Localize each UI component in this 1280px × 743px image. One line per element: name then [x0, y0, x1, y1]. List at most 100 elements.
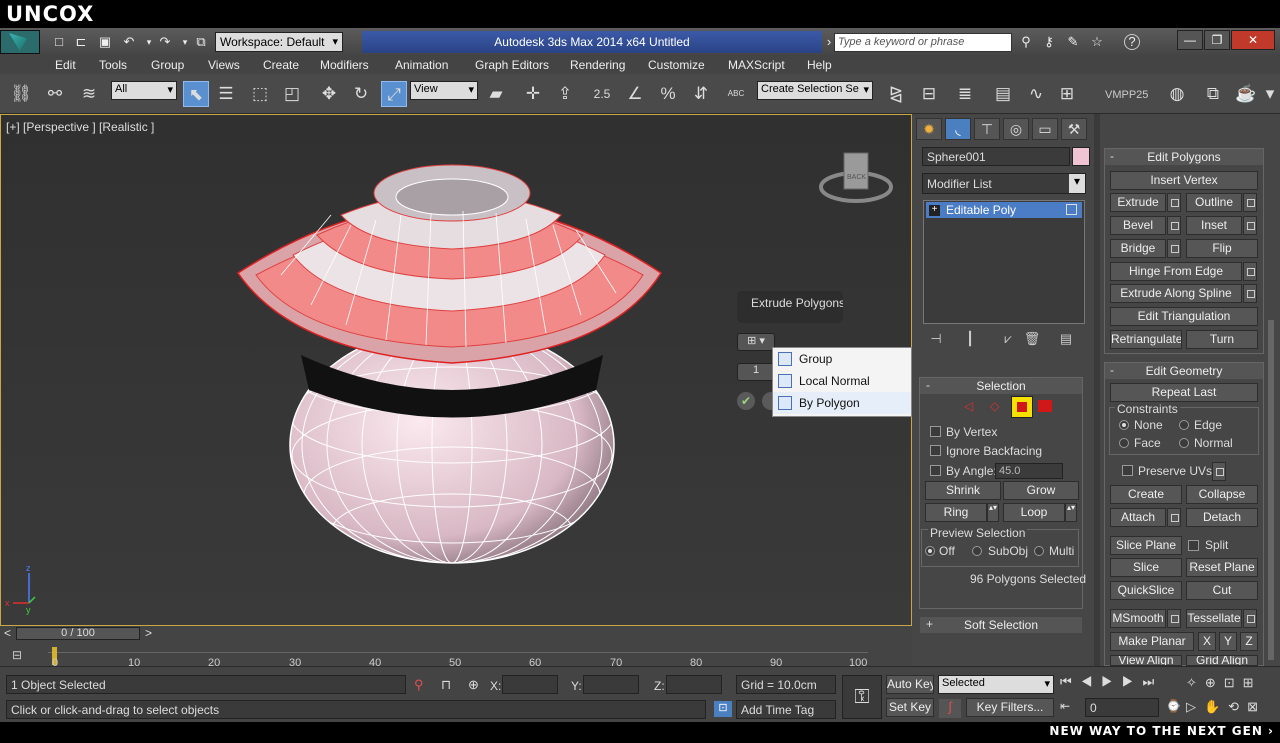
menu-item-by-polygon[interactable]: By Polygon	[773, 392, 911, 414]
panel-scrollbar[interactable]	[1268, 320, 1274, 660]
keyboard-shortcut-icon[interactable]: ⇪	[552, 81, 578, 107]
constraint-none-radio[interactable]	[1119, 420, 1129, 430]
spinner-snap-icon[interactable]: ⇵	[688, 81, 714, 107]
render-frame-icon[interactable]: ☕	[1233, 81, 1259, 107]
help-button[interactable]: ?	[1124, 34, 1140, 50]
align-icon[interactable]: ⊟	[916, 81, 942, 107]
mirror-icon[interactable]: ⧎	[883, 81, 909, 107]
repeat-last-button[interactable]: Repeat Last	[1110, 383, 1258, 402]
menu-maxscript[interactable]: MAXScript	[728, 56, 785, 74]
planar-x-button[interactable]: X	[1198, 632, 1216, 651]
search-input[interactable]: Type a keyword or phrase	[834, 33, 1012, 52]
tessellate-button[interactable]: Tessellate	[1186, 609, 1242, 628]
menu-customize[interactable]: Customize	[648, 56, 705, 74]
cut-button[interactable]: Cut	[1186, 581, 1258, 600]
msmooth-settings-icon[interactable]	[1167, 609, 1181, 628]
mini-curve-editor-icon[interactable]: ⊟	[12, 648, 30, 664]
minimize-button[interactable]: —	[1177, 30, 1203, 50]
unlink-icon[interactable]: ⚯	[42, 81, 68, 107]
object-color-swatch[interactable]	[1072, 147, 1090, 166]
modifier-stack[interactable]	[923, 200, 1085, 324]
quickslice-button[interactable]: QuickSlice	[1110, 581, 1182, 600]
select-by-name-icon[interactable]: ☰	[213, 81, 239, 107]
ring-button[interactable]: Ring	[925, 503, 987, 522]
project-folder-icon[interactable]: ⧉	[192, 33, 210, 51]
collapse-button[interactable]: Collapse	[1186, 485, 1258, 504]
viewport-nav-row2[interactable]: ▷✋⟲⊠	[1186, 699, 1266, 715]
menu-group[interactable]: Group	[151, 56, 184, 74]
track-bar[interactable]	[48, 652, 868, 653]
extrude-spline-settings-icon[interactable]	[1243, 284, 1257, 303]
motion-tab-icon[interactable]: ◎	[1003, 118, 1029, 140]
preview-subobj-radio[interactable]	[972, 546, 982, 556]
stack-item-editable-poly[interactable]: Editable Poly	[926, 202, 1082, 218]
outline-settings-icon[interactable]	[1243, 193, 1257, 212]
angle-snap-icon[interactable]: ∠	[622, 81, 648, 107]
bevel-settings-icon[interactable]	[1167, 216, 1181, 235]
attach-settings-icon[interactable]	[1167, 508, 1181, 527]
link-icon[interactable]: ⛓	[8, 81, 34, 107]
planar-z-button[interactable]: Z	[1240, 632, 1258, 651]
menu-rendering[interactable]: Rendering	[570, 56, 625, 74]
grow-button[interactable]: Grow	[1003, 481, 1079, 500]
y-coord-field[interactable]	[583, 675, 639, 694]
save-file-icon[interactable]: ▣	[96, 33, 114, 51]
selection-collapse-icon[interactable]: -	[926, 378, 930, 392]
by-angle-checkbox[interactable]	[930, 465, 941, 476]
by-vertex-checkbox[interactable]	[930, 426, 941, 437]
inset-button[interactable]: Inset	[1186, 216, 1242, 235]
angle-spinner[interactable]: 45.0	[995, 463, 1063, 479]
tessellate-settings-icon[interactable]	[1243, 609, 1257, 628]
menu-item-group[interactable]: Group	[773, 348, 911, 370]
selection-rollout-header[interactable]: Selection	[920, 378, 1082, 394]
polygon-mode-icon[interactable]	[1011, 396, 1033, 418]
planar-y-button[interactable]: Y	[1219, 632, 1237, 651]
graphite-ribbon-icon[interactable]: ▤	[990, 81, 1016, 107]
named-selection-dropdown[interactable]: Create Selection Se	[757, 81, 873, 100]
selection-filter-dropdown[interactable]: All	[111, 81, 177, 100]
menu-create[interactable]: Create	[263, 56, 299, 74]
flip-button[interactable]: Flip	[1186, 239, 1258, 258]
msmooth-button[interactable]: MSmooth	[1110, 609, 1166, 628]
shrink-button[interactable]: Shrink	[925, 481, 1001, 500]
time-prev-button[interactable]: <	[4, 626, 11, 640]
constraint-edge-radio[interactable]	[1179, 420, 1189, 430]
viewport-nav-row1[interactable]: ✧⊕⊡⊞	[1186, 675, 1262, 691]
isolate-icon[interactable]: ⚲	[414, 677, 424, 693]
curve-editor-icon[interactable]: ∿	[1023, 81, 1049, 107]
close-button[interactable]: ✕	[1231, 30, 1275, 50]
menu-edit[interactable]: Edit	[55, 56, 76, 74]
snap-toggle-icon[interactable]: 2.5	[589, 81, 615, 107]
toolbar-overflow-icon[interactable]: ▾	[1262, 81, 1278, 107]
undo-icon[interactable]: ↶	[120, 33, 138, 51]
edit-polygons-collapse-icon[interactable]: -	[1110, 149, 1114, 163]
move-icon[interactable]: ✥	[316, 81, 342, 107]
bridge-button[interactable]: Bridge	[1110, 239, 1166, 258]
edge-mode-icon[interactable]: ◇	[990, 399, 1004, 413]
modify-tab-icon[interactable]: ◟	[945, 118, 971, 140]
menu-help[interactable]: Help	[807, 56, 832, 74]
extrude-type-dropdown[interactable]: ⊞ ▾	[737, 333, 775, 351]
outline-button[interactable]: Outline	[1186, 193, 1242, 212]
workspace-dropdown[interactable]: Workspace: Default	[215, 32, 343, 52]
current-frame-field[interactable]: 0	[1085, 698, 1159, 717]
key-mode-toggle-icon[interactable]: ⇤	[1060, 699, 1070, 713]
retriangulate-button[interactable]: Retriangulate	[1110, 330, 1182, 349]
x-coord-field[interactable]	[502, 675, 558, 694]
rect-selection-icon[interactable]: ⬚	[247, 81, 273, 107]
lock-selection-icon[interactable]: ⊓	[441, 677, 451, 693]
ignore-backfacing-checkbox[interactable]	[930, 445, 941, 456]
redo-icon[interactable]: ↷	[156, 33, 174, 51]
split-checkbox[interactable]	[1188, 540, 1199, 551]
remove-modifier-icon[interactable]: 🗑	[1022, 331, 1042, 349]
playback-controls[interactable]: ⏮◀▶▶⏭	[1060, 674, 1163, 690]
slice-button[interactable]: Slice	[1110, 558, 1182, 577]
bevel-button[interactable]: Bevel	[1110, 216, 1166, 235]
extrude-button[interactable]: Extrude	[1110, 193, 1166, 212]
add-time-tag-button[interactable]: Add Time Tag	[736, 700, 836, 719]
menu-views[interactable]: Views	[208, 56, 240, 74]
layer-manager-icon[interactable]: ≣	[952, 81, 978, 107]
stack-lightbulb-icon[interactable]	[1066, 204, 1077, 215]
default-tangent-icon[interactable]: ∫	[939, 699, 961, 718]
material-editor-icon[interactable]: ◍	[1164, 81, 1190, 107]
